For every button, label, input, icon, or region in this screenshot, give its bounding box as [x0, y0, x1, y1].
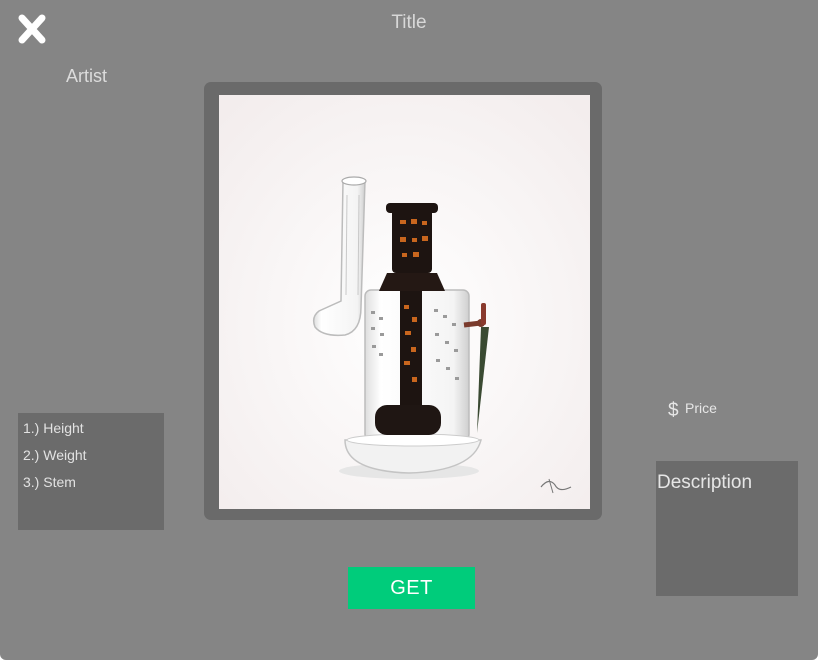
- spec-stem: 3.) Stem: [23, 474, 76, 490]
- description-panel: Description: [656, 461, 798, 596]
- product-image: [219, 95, 590, 509]
- artist-label: Artist: [66, 66, 108, 86]
- description-label: Description: [657, 472, 753, 493]
- modal-title: Title: [391, 12, 427, 33]
- spec-height: 1.) Height: [23, 420, 84, 436]
- price: $ Price: [668, 400, 717, 422]
- get-button[interactable]: GET: [348, 567, 475, 609]
- price-symbol: $: [668, 400, 679, 421]
- product-image-frame: [204, 82, 602, 520]
- specs-panel: 1.) Height 2.) Weight 3.) Stem: [18, 413, 164, 530]
- glass-pipe-image: [219, 95, 590, 509]
- product-modal: Title Artist 1.) Height 2.) Weight 3.) S…: [0, 0, 818, 660]
- spec-weight: 2.) Weight: [23, 447, 87, 463]
- price-label: Price: [685, 400, 717, 416]
